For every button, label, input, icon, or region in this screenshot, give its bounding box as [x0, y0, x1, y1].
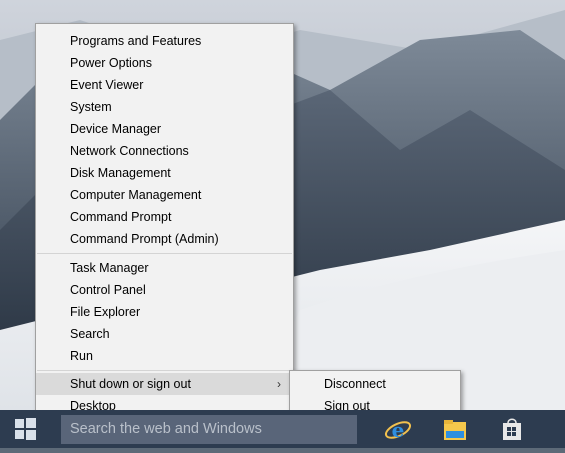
internet-explorer-button[interactable]: e [383, 415, 413, 445]
menu-item-event-viewer[interactable]: Event Viewer [36, 74, 293, 96]
menu-item-control-panel[interactable]: Control Panel [36, 279, 293, 301]
menu-item-search[interactable]: Search [36, 323, 293, 345]
menu-item-command-prompt-admin[interactable]: Command Prompt (Admin) [36, 228, 293, 250]
menu-item-task-manager[interactable]: Task Manager [36, 257, 293, 279]
menu-item-disk-management[interactable]: Disk Management [36, 162, 293, 184]
menu-item-disconnect[interactable]: Disconnect [290, 373, 460, 395]
internet-explorer-icon: e [384, 418, 412, 442]
menu-item-shut-down-or-sign-out[interactable]: Shut down or sign out › [36, 373, 293, 395]
menu-separator [37, 253, 292, 254]
menu-item-file-explorer[interactable]: File Explorer [36, 301, 293, 323]
menu-item-power-options[interactable]: Power Options [36, 52, 293, 74]
menu-item-programs-and-features[interactable]: Programs and Features [36, 30, 293, 52]
file-explorer-icon [444, 420, 466, 440]
menu-item-computer-management[interactable]: Computer Management [36, 184, 293, 206]
menu-separator [37, 370, 292, 371]
menu-item-label: Shut down or sign out [70, 377, 191, 391]
start-button[interactable] [0, 410, 50, 448]
taskbar: Search the web and Windows e [0, 410, 565, 448]
menu-item-command-prompt[interactable]: Command Prompt [36, 206, 293, 228]
windows-start-icon [15, 418, 36, 440]
menu-item-run[interactable]: Run [36, 345, 293, 367]
menu-item-network-connections[interactable]: Network Connections [36, 140, 293, 162]
winx-context-menu: Programs and Features Power Options Even… [35, 23, 294, 421]
search-input[interactable]: Search the web and Windows [61, 415, 357, 444]
menu-item-device-manager[interactable]: Device Manager [36, 118, 293, 140]
menu-item-system[interactable]: System [36, 96, 293, 118]
file-explorer-button[interactable] [440, 415, 470, 445]
store-button[interactable] [497, 415, 527, 445]
store-icon [503, 418, 521, 440]
svg-text:e: e [392, 418, 405, 442]
chevron-right-icon: › [277, 377, 281, 391]
